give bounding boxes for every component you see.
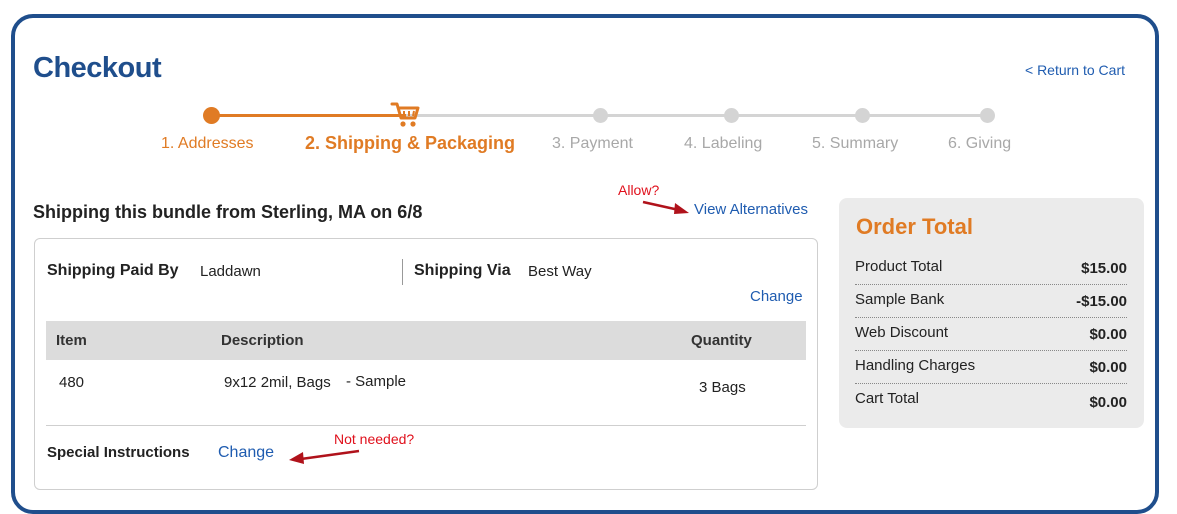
- shipping-bundle-card: Shipping Paid By Laddawn Shipping Via Be…: [34, 238, 818, 490]
- order-row-label: Sample Bank: [855, 291, 945, 308]
- shipping-heading: Shipping this bundle from Sterling, MA o…: [33, 202, 423, 222]
- order-row-label: Cart Total: [855, 390, 919, 407]
- order-row-value: $15.00: [1081, 260, 1127, 277]
- shipping-via-label: Shipping Via: [414, 262, 511, 279]
- divider: [402, 259, 403, 285]
- column-header-quantity: Quantity: [691, 332, 752, 349]
- step-label-shipping: 2. Shipping & Packaging: [305, 133, 516, 153]
- order-row-value: -$15.00: [1076, 293, 1127, 310]
- change-shipping-link[interactable]: Change: [750, 288, 803, 305]
- step-label-giving[interactable]: 6. Giving: [948, 135, 1011, 153]
- page-title: Checkout: [33, 52, 162, 84]
- step-dot-summary[interactable]: [855, 108, 870, 123]
- annotation-allow: Allow?: [618, 182, 660, 198]
- step-label-summary[interactable]: 5. Summary: [812, 135, 898, 153]
- step-dot-labeling[interactable]: [724, 108, 739, 123]
- item-quantity: 3 Bags: [699, 379, 746, 396]
- step-dot-addresses[interactable]: [203, 107, 220, 124]
- divider: [46, 425, 806, 426]
- view-alternatives-link[interactable]: View Alternatives: [694, 201, 808, 218]
- order-total-title: Order Total: [856, 214, 973, 239]
- order-row-label: Product Total: [855, 258, 943, 275]
- order-row-value: $0.00: [1089, 326, 1127, 343]
- item-sample-note: - Sample: [346, 373, 407, 390]
- column-header-description: Description: [221, 332, 304, 349]
- stepper-progress: [212, 114, 406, 117]
- order-row-value: $0.00: [1089, 394, 1127, 411]
- change-special-instructions-link[interactable]: Change: [218, 444, 274, 462]
- item-description: 9x12 2mil, Bags: [224, 374, 331, 391]
- divider: [855, 383, 1127, 384]
- order-row-sample-bank: Sample Bank -$15.00: [855, 291, 1127, 323]
- special-instructions-label: Special Instructions: [47, 444, 190, 461]
- step-label-payment[interactable]: 3. Payment: [552, 135, 633, 153]
- step-label-addresses[interactable]: 1. Addresses: [161, 135, 254, 153]
- shipping-paid-by-value: Laddawn: [200, 263, 261, 280]
- annotation-arrow-left-icon: [289, 449, 360, 464]
- item-number: 480: [59, 374, 85, 391]
- divider: [855, 317, 1127, 318]
- step-label-labeling[interactable]: 4. Labeling: [684, 135, 762, 153]
- annotation-not-needed: Not needed?: [334, 431, 415, 447]
- order-total-panel: Order Total Product Total $15.00 Sample …: [839, 198, 1144, 428]
- return-to-cart-link[interactable]: < Return to Cart: [1025, 62, 1125, 78]
- order-row-handling-charges: Handling Charges $0.00: [855, 357, 1127, 389]
- divider: [855, 350, 1127, 351]
- order-row-web-discount: Web Discount $0.00: [855, 324, 1127, 356]
- step-dot-payment[interactable]: [593, 108, 608, 123]
- shipping-paid-by-label: Shipping Paid By: [47, 262, 179, 279]
- order-row-value: $0.00: [1089, 359, 1127, 376]
- step-dot-giving[interactable]: [980, 108, 995, 123]
- annotation-arrow-right-icon: [642, 200, 689, 214]
- shopping-cart-icon: [390, 102, 420, 127]
- order-row-label: Web Discount: [855, 324, 949, 341]
- order-row-product-total: Product Total $15.00: [855, 258, 1127, 290]
- divider: [855, 284, 1127, 285]
- shipping-via-value: Best Way: [528, 263, 592, 280]
- column-header-item: Item: [56, 332, 87, 349]
- items-table-header: Item Description Quantity: [46, 321, 806, 360]
- order-row-cart-total: Cart Total $0.00: [855, 390, 1127, 422]
- order-row-label: Handling Charges: [855, 357, 976, 374]
